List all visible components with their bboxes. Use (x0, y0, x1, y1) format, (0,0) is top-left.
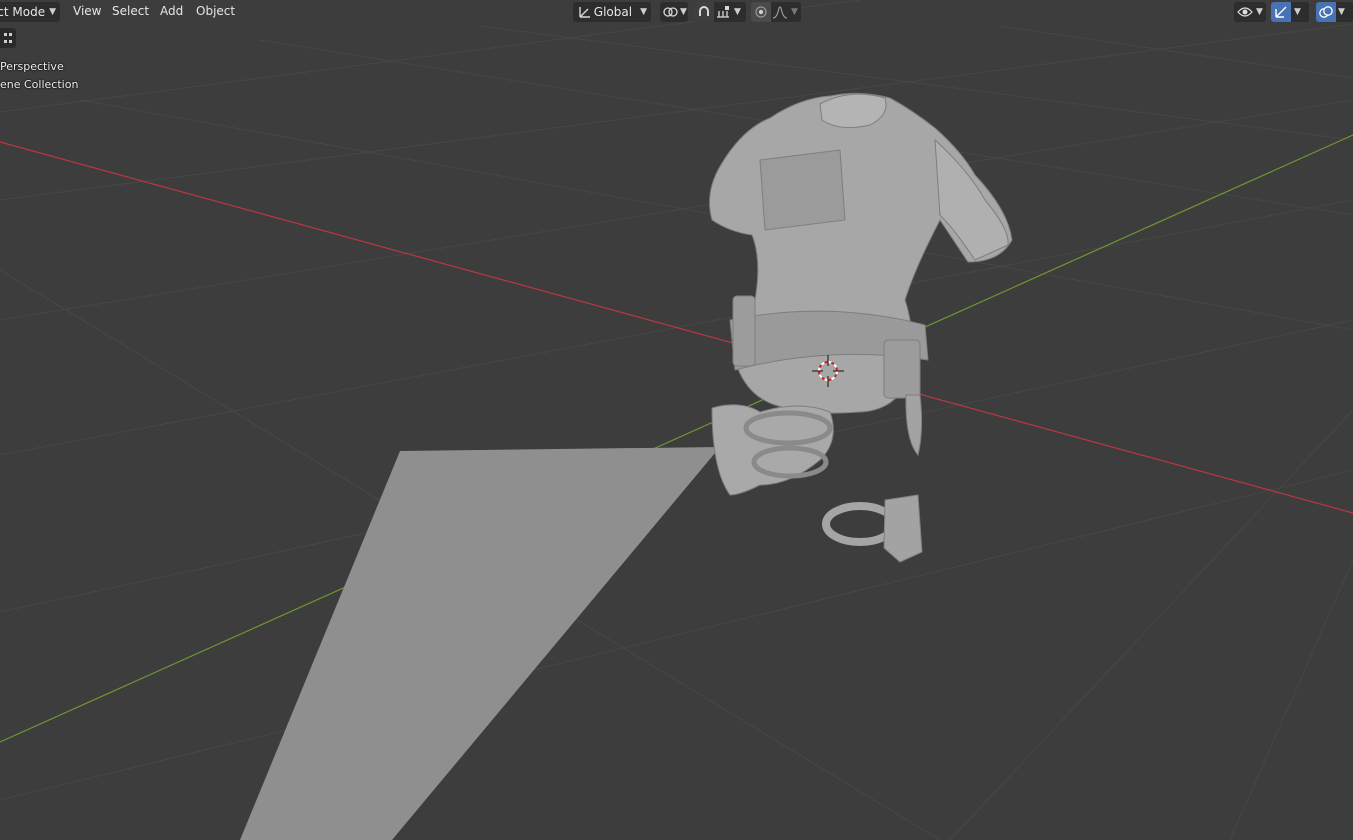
menu-object[interactable]: Object (192, 4, 239, 18)
chevron-down-icon[interactable]: ▼ (734, 7, 741, 17)
transform-orientation-dropdown[interactable]: Global ▼ (573, 2, 651, 22)
pivot-point-dropdown[interactable]: ▼ (660, 2, 688, 22)
pivot-icon (662, 4, 678, 20)
proportional-edit-icon[interactable] (751, 2, 771, 22)
snap-icon[interactable] (694, 2, 714, 22)
transform-orientation-label: Global (593, 5, 633, 19)
viewport-scene (0, 0, 1353, 840)
scene-collection-label: ene Collection (0, 78, 79, 91)
overlay-controls: ▼ (1316, 2, 1353, 22)
chevron-down-icon[interactable]: ▼ (791, 7, 798, 17)
chevron-down-icon[interactable]: ▼ (1338, 7, 1345, 17)
chevron-down-icon: ▼ (1256, 7, 1263, 17)
3d-viewport[interactable] (0, 0, 1353, 840)
y-axis-line (0, 134, 1353, 743)
toolbar-toggle-icon (3, 32, 13, 44)
chevron-down-icon: ▼ (640, 7, 647, 17)
object-visibility-dropdown[interactable]: ▼ (1234, 2, 1266, 22)
visibility-icon (1236, 5, 1254, 19)
snap-increment-icon[interactable] (714, 5, 732, 19)
falloff-icon[interactable] (771, 5, 789, 19)
chevron-down-icon[interactable]: ▼ (1294, 7, 1301, 17)
menu-select[interactable]: Select (108, 4, 153, 18)
floor-grid (0, 0, 1353, 840)
armor-model (709, 92, 1013, 563)
menu-add[interactable]: Add (156, 4, 187, 18)
overlay-icon[interactable] (1316, 2, 1336, 22)
chevron-down-icon: ▼ (49, 7, 56, 17)
gizmo-controls: ▼ (1271, 2, 1309, 22)
interaction-mode-dropdown[interactable]: ct Mode ▼ (0, 2, 60, 22)
interaction-mode-label: ct Mode (0, 5, 46, 19)
view-perspective-label: Perspective (0, 60, 64, 73)
toolbar-toggle-button[interactable] (0, 28, 16, 48)
snap-controls: ▼ (694, 2, 746, 22)
ground-plane (240, 447, 720, 840)
viewport-header: ct Mode ▼ View Select Add Object Global … (0, 0, 1353, 24)
chevron-down-icon: ▼ (680, 7, 687, 17)
menu-view[interactable]: View (69, 4, 105, 18)
proportional-edit-controls: ▼ (751, 2, 801, 22)
gizmo-icon[interactable] (1271, 2, 1291, 22)
transform-orientation-icon (576, 4, 594, 20)
